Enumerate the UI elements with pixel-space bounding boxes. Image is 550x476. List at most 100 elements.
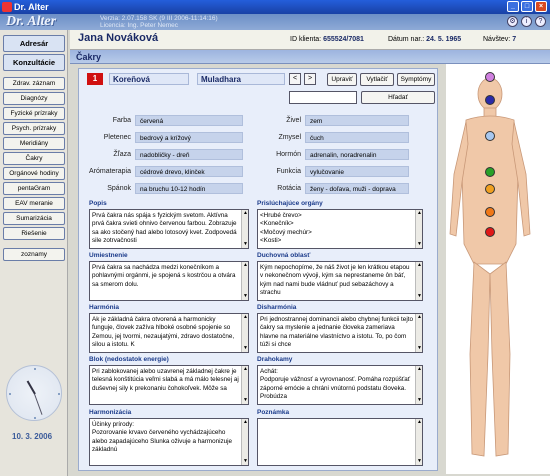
sidebar-item-riesenie[interactable]: Riešenie xyxy=(3,227,65,240)
scroll-down-icon[interactable]: ▼ xyxy=(416,293,422,300)
scrollbar[interactable]: ▲ ▼ xyxy=(241,210,248,248)
harmonizacia-textarea[interactable]: Účinky prírody: Pozorovanie krvavo červe… xyxy=(89,418,249,466)
sidebar-item-psych-priznaky[interactable]: Psych. prízraky xyxy=(3,122,65,135)
print-button[interactable]: Vytlačiť xyxy=(360,73,394,86)
clock-minute-hand xyxy=(34,393,43,415)
search-input[interactable] xyxy=(289,91,357,104)
harmonia-textarea[interactable]: Ak je základná čakra otvorená a harmonic… xyxy=(89,313,249,353)
scroll-up-icon[interactable]: ▲ xyxy=(242,210,248,217)
close-button[interactable]: × xyxy=(535,1,547,12)
clock-tick xyxy=(34,417,36,419)
scroll-down-icon[interactable]: ▼ xyxy=(242,345,248,352)
scroll-up-icon[interactable]: ▲ xyxy=(242,262,248,269)
drahokamy-textarea[interactable]: Achát: Podporuje vážnosť a vyrovnanosť. … xyxy=(257,365,423,405)
chakra-crown-dot[interactable] xyxy=(485,72,495,82)
chakra-root-dot[interactable] xyxy=(485,227,495,237)
duchovna-textarea[interactable]: Kým nepochopíme, že náš život je len krá… xyxy=(257,261,423,301)
sidebar-item-eav-meranie[interactable]: EAV meranie xyxy=(3,197,65,210)
blok-textarea[interactable]: Pri zablokovanej alebo uzavrenej základn… xyxy=(89,365,249,405)
scroll-up-icon[interactable]: ▲ xyxy=(416,210,422,217)
prop-value-spanok: na bruchu 10-12 hodín xyxy=(135,183,243,194)
popis-textarea[interactable]: Prvá čakra nás spája s fyzickým svetom. … xyxy=(89,209,249,249)
scrollbar[interactable]: ▲ ▼ xyxy=(415,366,422,404)
sidebar-item-organove-hodiny[interactable]: Orgánové hodiny xyxy=(3,167,65,180)
sidebar-item-diagnozy[interactable]: Diagnózy xyxy=(3,92,65,105)
settings-icon[interactable]: ⚙ xyxy=(507,16,518,27)
umiestnenie-textarea[interactable]: Prvá čakra sa nachádza medzi konečníkom … xyxy=(89,261,249,301)
scrollbar[interactable]: ▲ ▼ xyxy=(241,314,248,352)
sidebar-item-cakry[interactable]: Čakry xyxy=(3,152,65,165)
scroll-down-icon[interactable]: ▼ xyxy=(242,397,248,404)
patient-id-label: ID klienta: xyxy=(290,36,322,43)
scroll-down-icon[interactable]: ▼ xyxy=(416,241,422,248)
scroll-up-icon[interactable]: ▲ xyxy=(416,262,422,269)
scroll-down-icon[interactable]: ▼ xyxy=(416,397,422,404)
scroll-up-icon[interactable]: ▲ xyxy=(242,419,248,426)
sidebar-item-meridiany[interactable]: Meridiány xyxy=(3,137,65,150)
prop-label-spanok: Spánok xyxy=(107,185,131,192)
prop-value-zmysel: čuch xyxy=(305,132,409,143)
prop-label-zivel: Živel xyxy=(286,117,301,124)
sidebar-konzultacie-button[interactable]: Konzultácie xyxy=(3,54,65,71)
version-info: Verzia: 2.07.158 SK (9 III 2006-11:14:16… xyxy=(100,15,218,29)
clock-tick xyxy=(9,393,11,395)
minimize-button[interactable]: _ xyxy=(507,1,519,12)
human-body-silhouette xyxy=(449,77,531,457)
next-chakra-button[interactable]: > xyxy=(304,73,316,85)
sidebar-item-fyzicke-priznaky[interactable]: Fyzické prízraky xyxy=(3,107,65,120)
organy-textarea[interactable]: <Hrubé črevo> <Konečník> <Močový mechúr>… xyxy=(257,209,423,249)
scrollbar[interactable]: ▲ ▼ xyxy=(415,262,422,300)
prop-value-aromaterapia: cédrové drevo, klinček xyxy=(135,166,243,177)
scrollbar[interactable]: ▲ ▼ xyxy=(415,210,422,248)
chakra-third-eye-dot[interactable] xyxy=(485,95,495,105)
disharmonia-textarea[interactable]: Pri jednostrannej dominancii alebo chybn… xyxy=(257,313,423,353)
window-title: Dr. Alter xyxy=(14,2,49,12)
drahokamy-text: Achát: Podporuje vážnosť a vyrovnanosť. … xyxy=(260,368,411,400)
sidebar-item-pentagram[interactable]: pentaGram xyxy=(3,182,65,195)
chakra-sacral-dot[interactable] xyxy=(485,207,495,217)
scrollbar[interactable]: ▲ ▼ xyxy=(415,314,422,352)
app-icon xyxy=(2,2,12,12)
clock-tick xyxy=(34,368,36,370)
search-button[interactable]: Hľadať xyxy=(361,91,435,104)
scroll-up-icon[interactable]: ▲ xyxy=(416,366,422,373)
section-title: Čakry xyxy=(70,50,550,64)
scroll-down-icon[interactable]: ▼ xyxy=(242,241,248,248)
poznamka-textarea[interactable]: ▲ ▼ xyxy=(257,418,423,466)
sidebar-item-zoznamy[interactable]: zoznamy xyxy=(3,248,65,261)
scrollbar[interactable]: ▲ ▼ xyxy=(241,262,248,300)
prop-value-rotacia: ženy - doľava, muži - doprava xyxy=(305,183,409,194)
scroll-down-icon[interactable]: ▼ xyxy=(242,458,248,465)
patient-dob-label: Dátum nar.: xyxy=(388,36,425,43)
scroll-up-icon[interactable]: ▲ xyxy=(416,314,422,321)
scroll-up-icon[interactable]: ▲ xyxy=(242,366,248,373)
edit-button[interactable]: Upraviť xyxy=(327,73,357,86)
prop-value-zivel: zem xyxy=(305,115,409,126)
header-icons: ⚙ i ? xyxy=(507,16,546,27)
scroll-up-icon[interactable]: ▲ xyxy=(416,419,422,426)
poznamka-label: Poznámka xyxy=(257,409,290,416)
organy-text: <Hrubé črevo> <Konečník> <Močový mechúr>… xyxy=(260,212,312,244)
sidebar-item-sumarizacia[interactable]: Sumarizácia xyxy=(3,212,65,225)
info-icon[interactable]: i xyxy=(521,16,532,27)
symptoms-button[interactable]: Symptómy xyxy=(397,73,435,86)
scroll-down-icon[interactable]: ▼ xyxy=(416,458,422,465)
help-icon[interactable]: ? xyxy=(535,16,546,27)
prev-chakra-button[interactable]: < xyxy=(289,73,301,85)
patient-dob-value: 24. 5. 1965 xyxy=(426,36,462,43)
maximize-button[interactable]: □ xyxy=(521,1,533,12)
prop-label-rotacia: Rotácia xyxy=(277,185,301,192)
sidebar-item-zdrav-zaznam[interactable]: Zdrav. záznam xyxy=(3,77,65,90)
scroll-up-icon[interactable]: ▲ xyxy=(242,314,248,321)
chakra-solar-plexus-dot[interactable] xyxy=(485,184,495,194)
disharmonia-label: Disharmónia xyxy=(257,304,297,311)
chakra-throat-dot[interactable] xyxy=(485,131,495,141)
scroll-down-icon[interactable]: ▼ xyxy=(242,293,248,300)
chakra-heart-dot[interactable] xyxy=(485,167,495,177)
scrollbar[interactable]: ▲ ▼ xyxy=(241,366,248,404)
scrollbar[interactable]: ▲ ▼ xyxy=(241,419,248,465)
scroll-down-icon[interactable]: ▼ xyxy=(416,345,422,352)
scrollbar[interactable]: ▲ ▼ xyxy=(415,419,422,465)
sidebar-adresar-button[interactable]: Adresár xyxy=(3,35,65,52)
license-line: Licencia: Ing. Peter Nemec xyxy=(100,22,179,29)
